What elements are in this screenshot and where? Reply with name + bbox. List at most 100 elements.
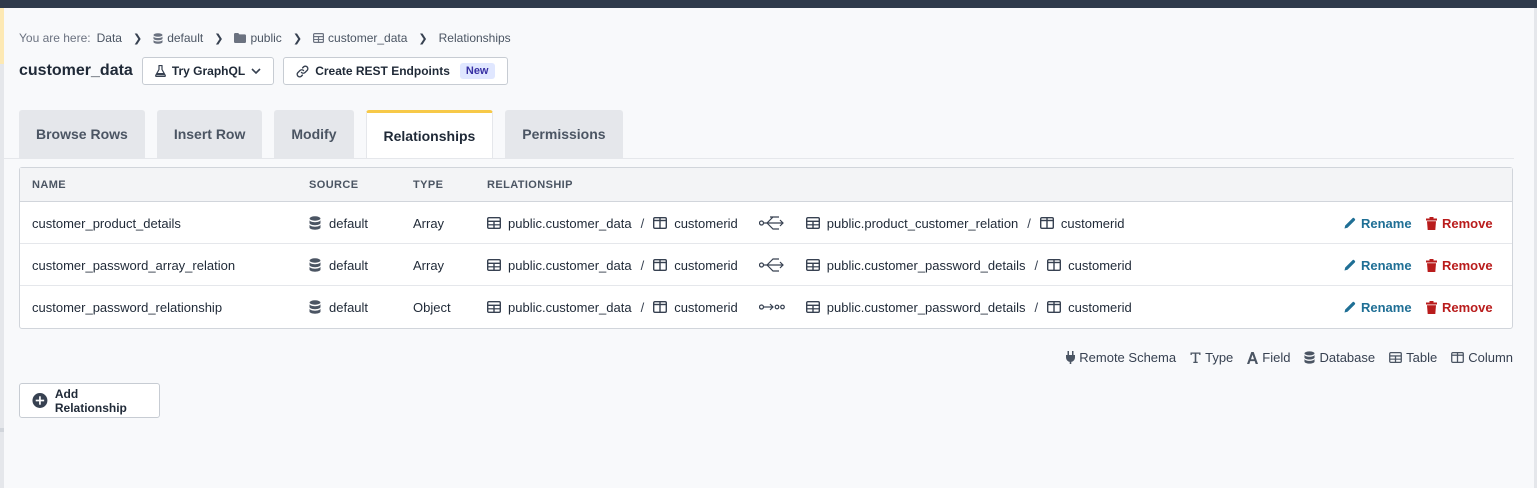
legend-field: Field bbox=[1247, 350, 1290, 365]
table-row: customer_password_array_relation default… bbox=[20, 244, 1512, 286]
separator: / bbox=[640, 215, 645, 231]
plus-circle-icon bbox=[32, 393, 48, 408]
separator: / bbox=[640, 299, 645, 315]
legend-type: Type bbox=[1190, 350, 1233, 365]
column-icon bbox=[653, 259, 668, 271]
legend-remote-schema: Remote Schema bbox=[1066, 350, 1176, 365]
column-icon bbox=[1451, 352, 1465, 363]
column-icon bbox=[653, 301, 668, 313]
database-icon bbox=[309, 216, 321, 230]
page-title: customer_data bbox=[19, 62, 133, 79]
rename-button[interactable]: Rename bbox=[1344, 286, 1412, 328]
from-column: customerid bbox=[674, 299, 738, 315]
relationship-name: customer_password_array_relation bbox=[32, 257, 236, 273]
column-icon bbox=[1047, 259, 1062, 271]
relationship-mapping: public.customer_data / customerid public… bbox=[487, 244, 1132, 286]
left-edge-mark bbox=[0, 428, 4, 432]
remove-button[interactable]: Remove bbox=[1426, 244, 1493, 286]
column-header-type: TYPE bbox=[413, 179, 444, 191]
remove-button[interactable]: Remove bbox=[1426, 202, 1493, 244]
rename-button[interactable]: Rename bbox=[1344, 244, 1412, 286]
to-table: public.product_customer_relation bbox=[826, 215, 1019, 231]
breadcrumb-customer-data[interactable]: customer_data bbox=[313, 31, 407, 45]
left-edge-highlight bbox=[0, 8, 4, 64]
tab-divider bbox=[4, 158, 1514, 159]
table-icon bbox=[805, 217, 820, 229]
chevron-right-icon: ❯ bbox=[132, 32, 143, 45]
new-badge: New bbox=[459, 63, 495, 79]
legend-database: Database bbox=[1304, 350, 1375, 365]
column-header-name: NAME bbox=[32, 179, 66, 191]
column-icon bbox=[653, 217, 668, 229]
font-icon bbox=[1247, 351, 1259, 364]
relationship-name: customer_password_relationship bbox=[32, 299, 223, 315]
tab-insert-row[interactable]: Insert Row bbox=[156, 110, 263, 158]
rename-button[interactable]: Rename bbox=[1344, 202, 1412, 244]
relationships-table: NAME SOURCE TYPE RELATIONSHIP customer_p… bbox=[19, 167, 1513, 329]
relationship-type: Array bbox=[413, 257, 445, 273]
table-icon bbox=[487, 259, 501, 271]
database-icon bbox=[1304, 351, 1316, 364]
pencil-icon bbox=[1344, 259, 1356, 271]
chevron-right-icon: ❯ bbox=[214, 32, 224, 45]
object-relationship-icon bbox=[745, 302, 799, 312]
table-icon bbox=[487, 301, 501, 313]
flask-icon bbox=[154, 65, 166, 77]
title-row: customer_data Try GraphQL Create REST En… bbox=[19, 57, 508, 85]
tab-permissions[interactable]: Permissions bbox=[505, 110, 623, 158]
database-icon bbox=[153, 32, 163, 44]
table-header: NAME SOURCE TYPE RELATIONSHIP bbox=[20, 168, 1512, 202]
to-column: customerid bbox=[1060, 215, 1125, 231]
chevron-right-icon: ❯ bbox=[418, 32, 428, 45]
breadcrumb-prefix: You are here: bbox=[19, 31, 91, 45]
relationship-mapping: public.customer_data / customerid public… bbox=[487, 286, 1132, 328]
remove-button[interactable]: Remove bbox=[1426, 286, 1493, 328]
column-header-source: SOURCE bbox=[309, 179, 359, 191]
top-bar bbox=[0, 0, 1537, 8]
breadcrumb-current: Relationships bbox=[438, 31, 511, 45]
to-column: customerid bbox=[1068, 299, 1132, 315]
breadcrumb-data[interactable]: Data bbox=[97, 31, 122, 45]
breadcrumb: You are here: Data ❯ default ❯ public ❯ … bbox=[19, 31, 511, 45]
separator: / bbox=[1034, 299, 1039, 315]
tab-relationships[interactable]: Relationships bbox=[365, 110, 494, 158]
from-column: customerid bbox=[674, 215, 738, 231]
add-relationship-button[interactable]: Add Relationship bbox=[19, 383, 160, 418]
to-table: public.customer_password_details bbox=[826, 299, 1026, 315]
from-column: customerid bbox=[674, 257, 738, 273]
table-icon bbox=[805, 301, 820, 313]
table-row: customer_password_relationship default O… bbox=[20, 286, 1512, 328]
icon-legend: Remote Schema Type Field Database Table … bbox=[1066, 350, 1513, 365]
relationship-name: customer_product_details bbox=[32, 215, 181, 231]
from-table: public.customer_data bbox=[508, 299, 632, 315]
chevron-down-icon bbox=[251, 68, 261, 74]
table-icon bbox=[805, 259, 820, 271]
from-table: public.customer_data bbox=[508, 215, 632, 231]
legend-column: Column bbox=[1451, 350, 1513, 365]
breadcrumb-default[interactable]: default bbox=[153, 31, 203, 45]
legend-table: Table bbox=[1389, 350, 1437, 365]
separator: / bbox=[1027, 215, 1031, 231]
pencil-icon bbox=[1344, 301, 1356, 313]
breadcrumb-public[interactable]: public bbox=[234, 31, 282, 45]
table-icon bbox=[313, 33, 325, 43]
relationship-source: default bbox=[309, 202, 368, 244]
relationship-type: Array bbox=[413, 215, 445, 231]
tab-modify[interactable]: Modify bbox=[274, 110, 354, 158]
type-icon bbox=[1190, 352, 1201, 363]
table-row: customer_product_details default Array p… bbox=[20, 202, 1512, 244]
try-graphql-button[interactable]: Try GraphQL bbox=[141, 57, 275, 85]
to-table: public.customer_password_details bbox=[826, 257, 1026, 273]
link-icon bbox=[296, 65, 309, 77]
create-rest-endpoints-button[interactable]: Create REST Endpoints New bbox=[283, 57, 508, 85]
folder-icon bbox=[234, 33, 247, 43]
tab-browse-rows[interactable]: Browse Rows bbox=[19, 110, 145, 158]
trash-icon bbox=[1426, 216, 1437, 230]
to-column: customerid bbox=[1068, 257, 1132, 273]
chevron-right-icon: ❯ bbox=[292, 32, 303, 45]
array-relationship-icon bbox=[745, 215, 799, 231]
column-header-relationship: RELATIONSHIP bbox=[487, 179, 573, 191]
left-sidebar-edge bbox=[0, 8, 4, 488]
separator: / bbox=[1034, 257, 1039, 273]
plug-icon bbox=[1066, 351, 1076, 364]
